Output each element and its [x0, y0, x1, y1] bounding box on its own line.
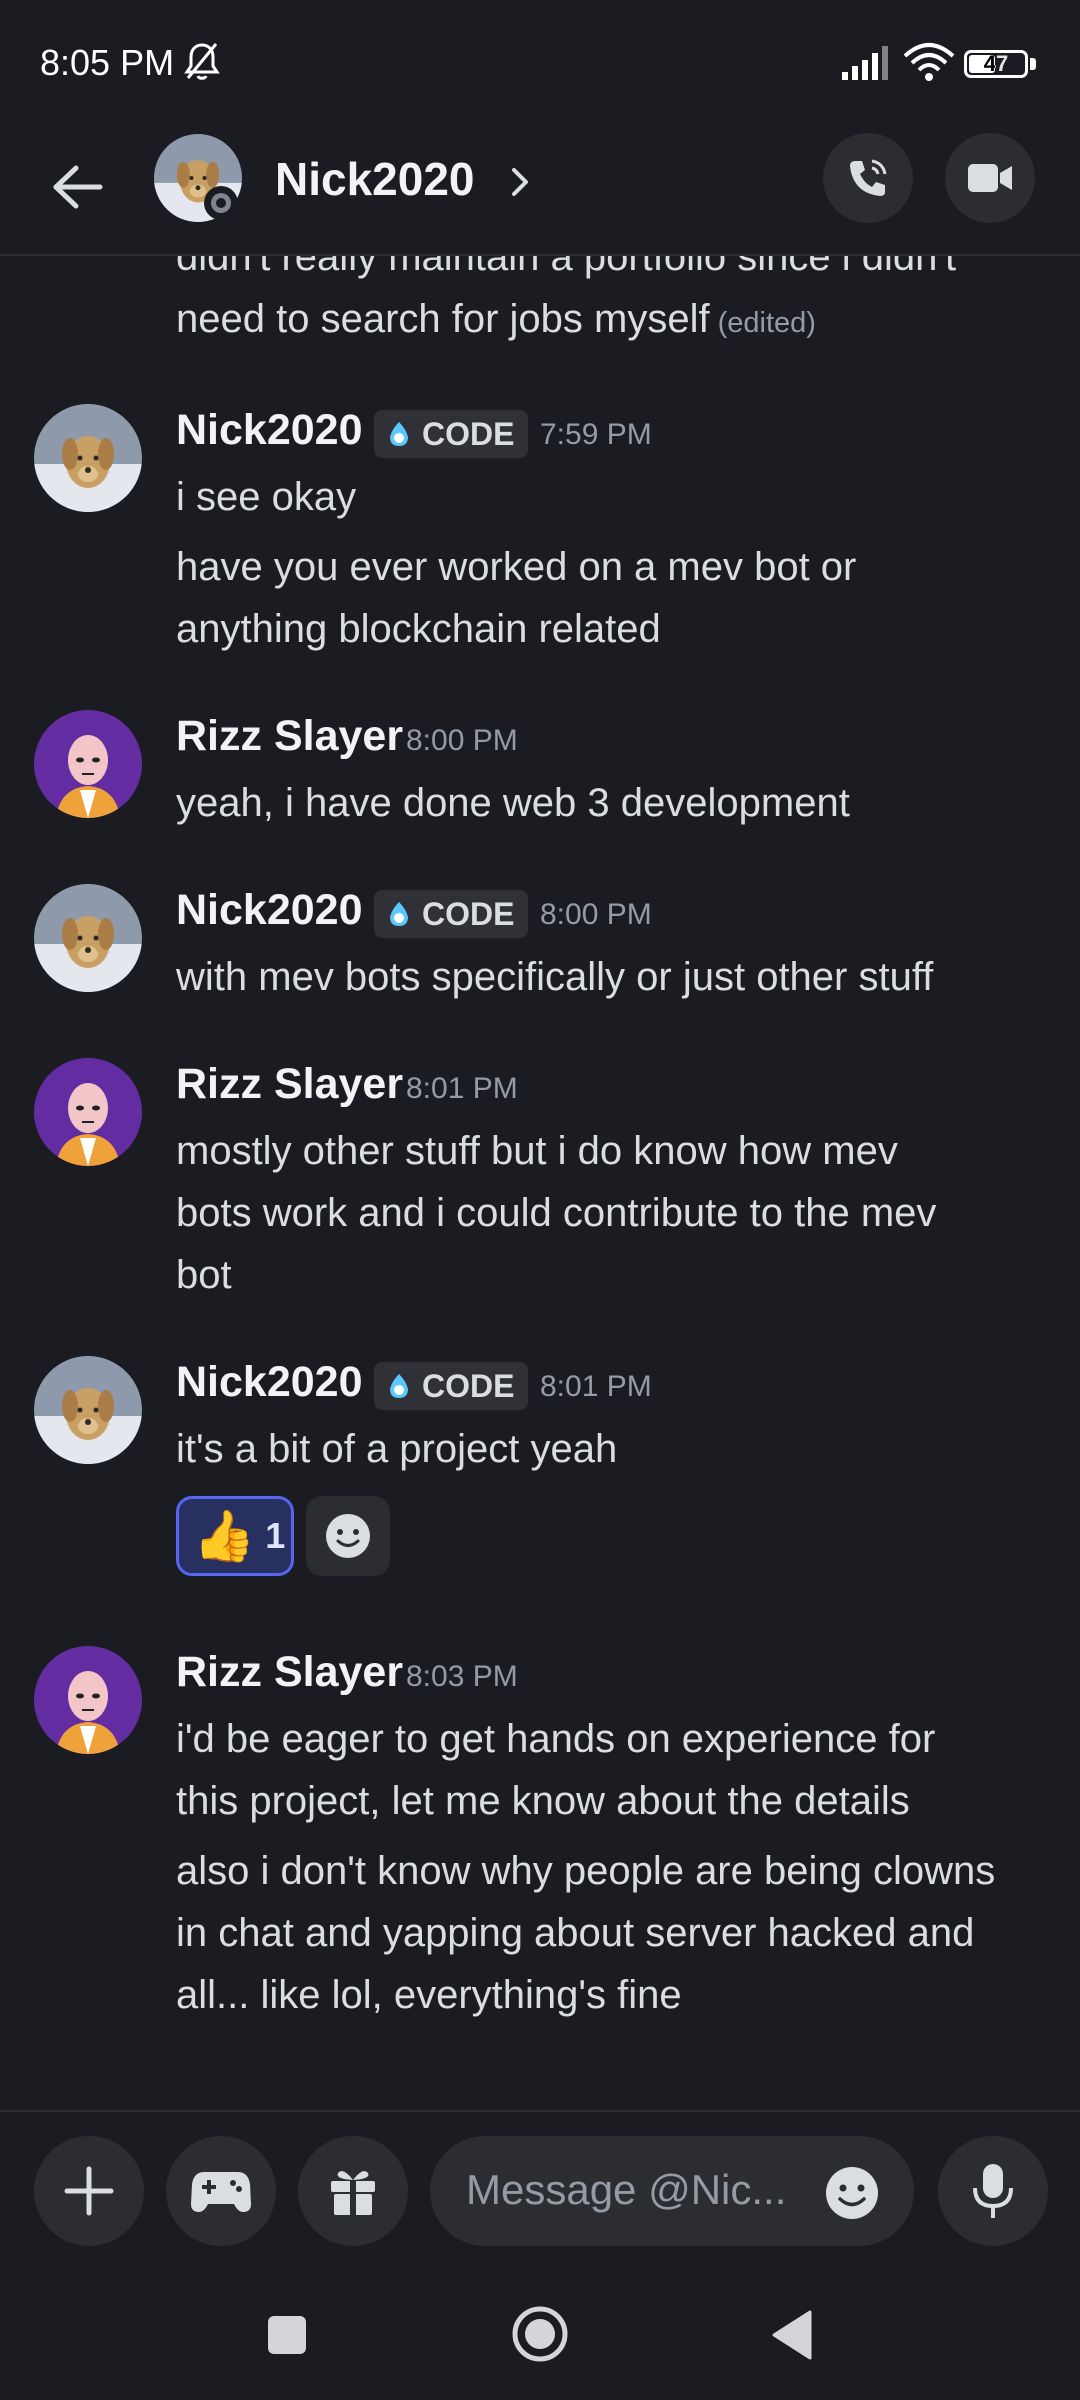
- message-text: also i don't know why people are being c…: [176, 1849, 996, 1893]
- message-author[interactable]: Nick2020: [176, 886, 363, 935]
- clan-badge-icon: [390, 422, 408, 446]
- message-composer: Message @Nic...: [0, 2110, 1080, 2272]
- battery-tip: [1030, 58, 1036, 70]
- plus-icon: [64, 2166, 114, 2216]
- clan-tag[interactable]: CODE: [374, 890, 529, 938]
- emoji-icon[interactable]: [824, 2165, 880, 2221]
- system-nav-bar: [0, 2270, 1080, 2400]
- avatar[interactable]: [34, 884, 142, 992]
- video-call-button[interactable]: [945, 133, 1035, 223]
- message-author[interactable]: Rizz Slayer: [176, 1648, 403, 1697]
- activities-button[interactable]: [166, 2136, 276, 2246]
- message-author[interactable]: Nick2020: [176, 1358, 363, 1407]
- message-text: need to search for jobs myself: [176, 297, 710, 341]
- message-text: bots work and i could contribute to the …: [176, 1191, 937, 1235]
- status-bar: 8:05 PM 47: [0, 0, 1080, 130]
- message-list[interactable]: didn't really maintain a portfolio since…: [0, 256, 1080, 2110]
- gift-button[interactable]: [298, 2136, 408, 2246]
- gamepad-icon: [191, 2172, 251, 2212]
- message-timestamp: 8:01 PM: [540, 1370, 652, 1403]
- clan-tag-label: CODE: [422, 895, 515, 932]
- back-arrow-icon[interactable]: [46, 156, 108, 218]
- thumbs-up-icon: 👍: [193, 1508, 256, 1564]
- clan-tag-label: CODE: [422, 415, 515, 452]
- wifi-icon: [903, 43, 955, 81]
- voice-call-button[interactable]: [823, 133, 913, 223]
- avatar[interactable]: [34, 1356, 142, 1464]
- message-text: mostly other stuff but i do know how mev: [176, 1129, 898, 1173]
- contact-name[interactable]: Nick2020: [275, 152, 475, 206]
- anime-avatar-image: [34, 1058, 142, 1166]
- message-timestamp: 7:59 PM: [540, 418, 652, 451]
- gift-icon: [331, 2171, 375, 2215]
- clan-tag-label: CODE: [422, 1367, 515, 1404]
- message-author[interactable]: Rizz Slayer: [176, 712, 403, 761]
- presence-status-indicator: [204, 186, 238, 220]
- chevron-right-icon[interactable]: [508, 162, 532, 202]
- reaction-thumbs-up[interactable]: 👍 1: [176, 1496, 294, 1576]
- anime-avatar-image: [34, 1646, 142, 1754]
- attach-button[interactable]: [34, 2136, 144, 2246]
- anime-avatar-image: [34, 710, 142, 818]
- battery-percentage: 47: [983, 51, 1009, 76]
- message-text: anything blockchain related: [176, 607, 661, 651]
- message-timestamp: 8:01 PM: [406, 1072, 518, 1105]
- dog-avatar-image: [34, 884, 142, 992]
- message-text: didn't really maintain a portfolio since…: [176, 256, 957, 279]
- message-text: i see okay: [176, 475, 357, 519]
- avatar[interactable]: [34, 1646, 142, 1754]
- avatar[interactable]: [34, 1058, 142, 1166]
- battery-icon: 47: [964, 50, 1028, 78]
- mic-icon: [973, 2164, 1013, 2218]
- status-time: 8:05 PM: [40, 42, 175, 83]
- message-input-placeholder: Message @Nic...: [466, 2166, 787, 2213]
- message-timestamp: 8:03 PM: [406, 1660, 518, 1693]
- dog-avatar-image: [34, 404, 142, 512]
- message-text: yeah, i have done web 3 development: [176, 781, 850, 825]
- bell-off-icon: [184, 43, 220, 80]
- message-timestamp: 8:00 PM: [406, 724, 518, 757]
- message-input[interactable]: Message @Nic...: [430, 2136, 914, 2246]
- message-timestamp: 8:00 PM: [540, 898, 652, 931]
- voice-message-button[interactable]: [938, 2136, 1048, 2246]
- nav-back-icon[interactable]: [770, 2310, 814, 2360]
- dog-avatar-image: [34, 1356, 142, 1464]
- message-text-line: need to search for jobs myself (edited): [176, 288, 816, 354]
- message-text: all... like lol, everything's fine: [176, 1973, 682, 2017]
- reaction-count: 1: [265, 1515, 286, 1556]
- message-text: it's a bit of a project yeah: [176, 1427, 618, 1471]
- chat-header: Nick2020: [0, 130, 1080, 256]
- clan-tag[interactable]: CODE: [374, 410, 529, 458]
- add-reaction-button[interactable]: [306, 1496, 390, 1576]
- avatar[interactable]: [34, 404, 142, 512]
- message-text: bot: [176, 1253, 232, 1297]
- edited-label: (edited): [717, 307, 816, 339]
- message-text: in chat and yapping about server hacked …: [176, 1911, 975, 1955]
- video-icon: [968, 164, 1012, 192]
- nav-square-icon[interactable]: [266, 2314, 308, 2356]
- message-author[interactable]: Nick2020: [176, 406, 363, 455]
- clan-tag[interactable]: CODE: [374, 1362, 529, 1410]
- message-text: have you ever worked on a mev bot or: [176, 545, 857, 589]
- clan-badge-icon: [390, 1374, 408, 1398]
- message-author[interactable]: Rizz Slayer: [176, 1060, 403, 1109]
- avatar[interactable]: [34, 710, 142, 818]
- clan-badge-icon: [390, 902, 408, 926]
- message-text: with mev bots specifically or just other…: [176, 955, 934, 999]
- phone-icon: [850, 159, 887, 196]
- message-text: this project, let me know about the deta…: [176, 1779, 910, 1823]
- message-text: i'd be eager to get hands on experience …: [176, 1717, 936, 1761]
- nav-home-icon[interactable]: [510, 2304, 570, 2364]
- signal-icon: [842, 46, 888, 80]
- emoji-icon: [326, 1514, 370, 1558]
